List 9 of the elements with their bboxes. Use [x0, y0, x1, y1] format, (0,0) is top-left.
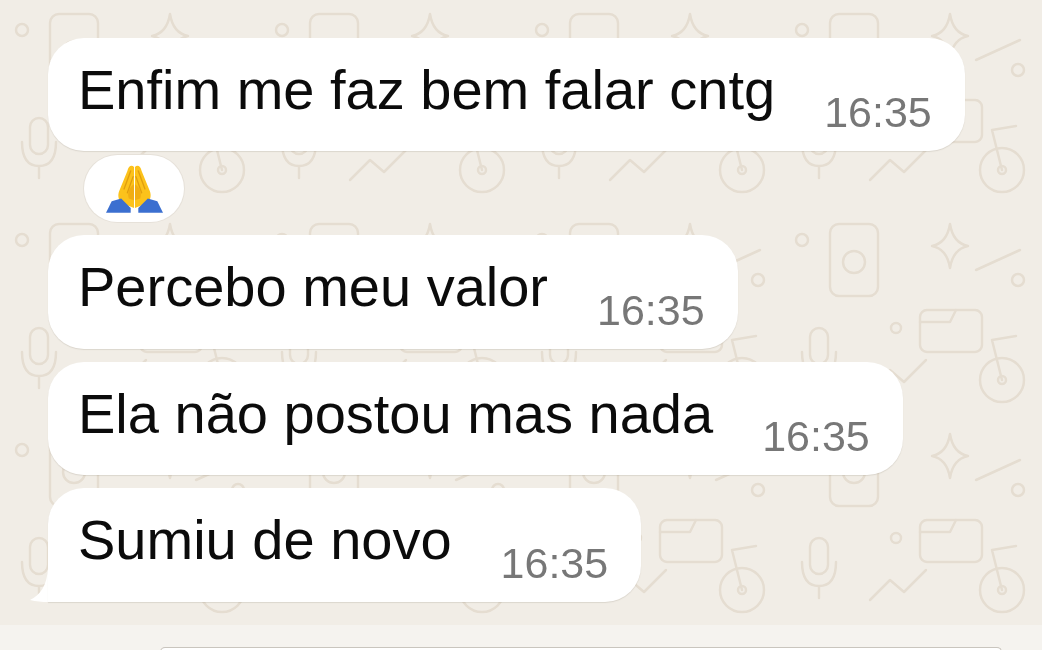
- message-text: Ela não postou mas nada: [78, 381, 714, 447]
- message-time: 16:35: [500, 541, 609, 585]
- message-time: 16:35: [597, 288, 705, 332]
- message-text: Sumiu de novo: [78, 508, 452, 573]
- praying-hands-icon: [106, 163, 163, 214]
- message-time: 16:35: [824, 91, 932, 135]
- message-text: Enfim me faz bem falar cntg: [78, 58, 776, 123]
- message-time: 16:35: [762, 415, 870, 459]
- message-text: Percebo meu valor: [78, 255, 548, 320]
